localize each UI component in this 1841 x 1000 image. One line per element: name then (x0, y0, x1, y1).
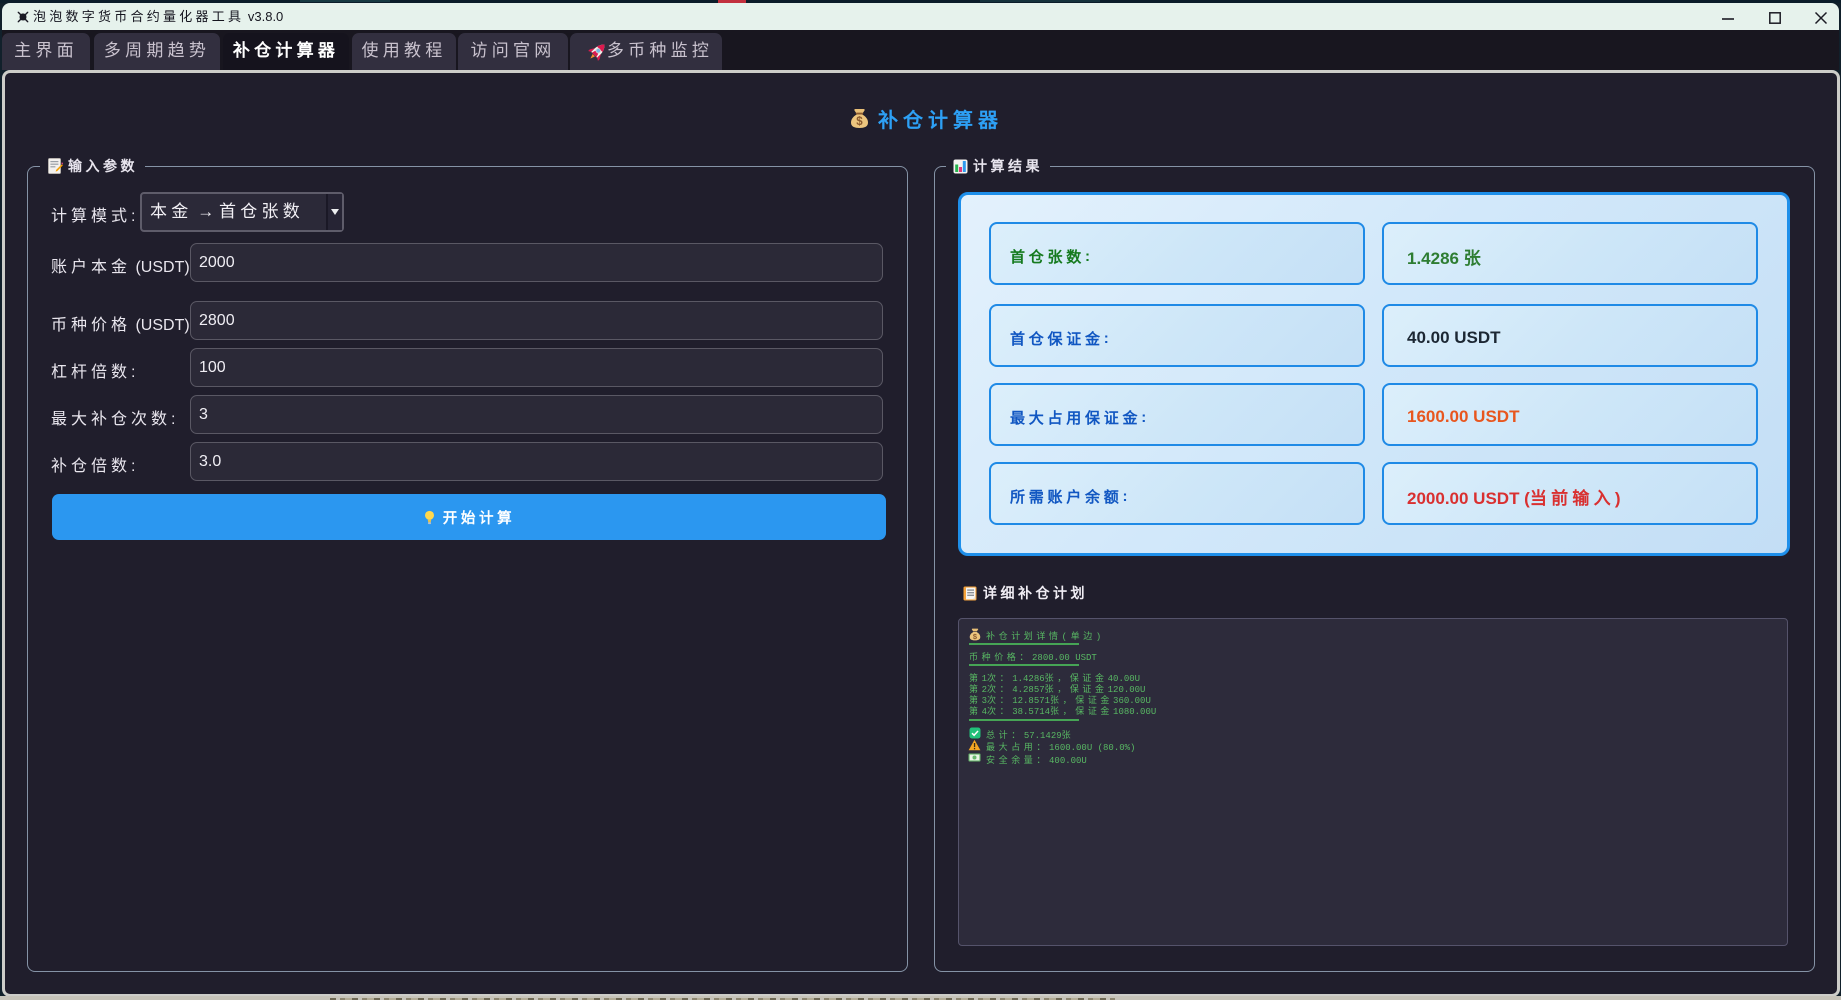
svg-text:$: $ (856, 116, 863, 128)
